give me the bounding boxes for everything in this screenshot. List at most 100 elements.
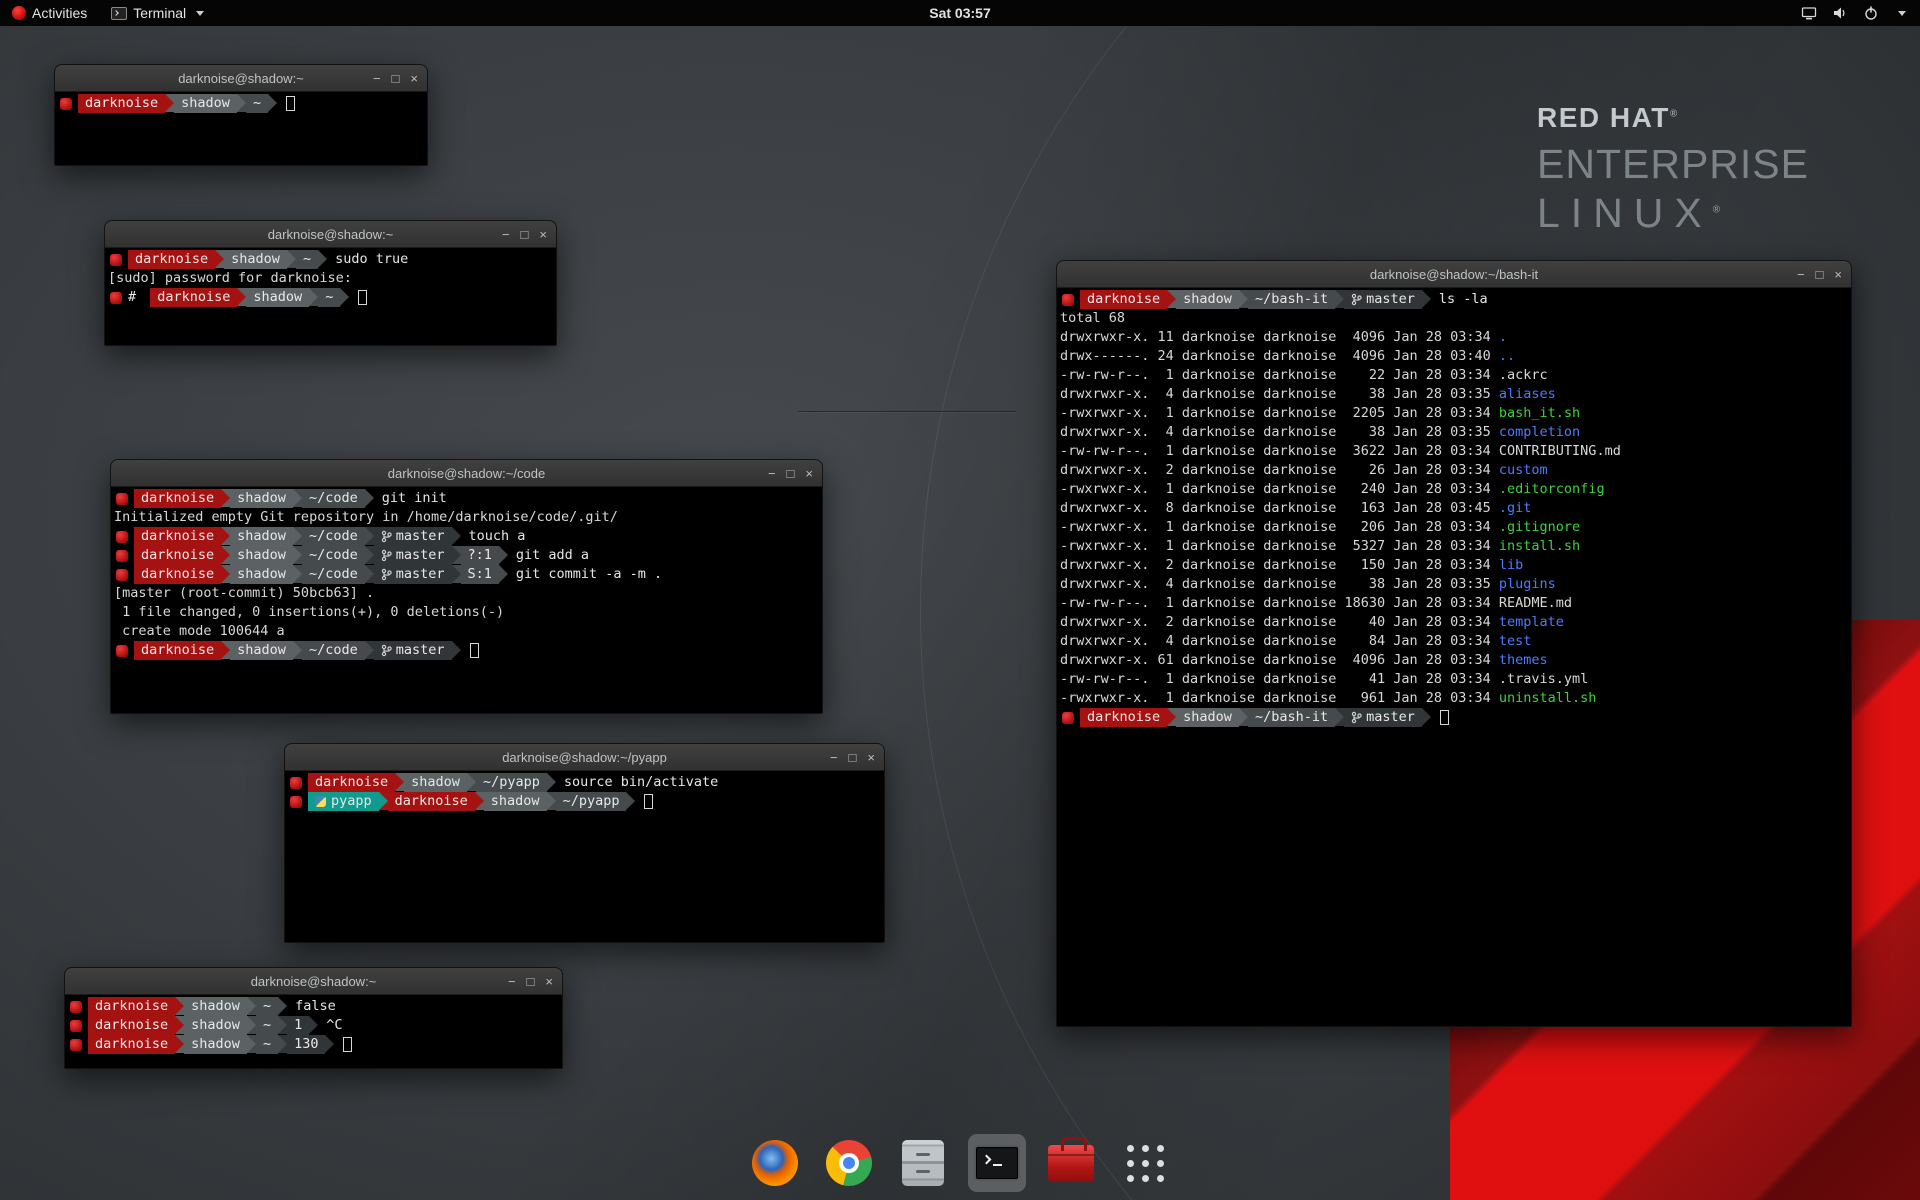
- window-minimize-button[interactable]: −: [768, 467, 776, 480]
- window-titlebar[interactable]: darknoise@shadow:~−□×: [65, 968, 562, 995]
- output-text: drwxrwxr-x. 11 darknoise darknoise 4096 …: [1060, 328, 1499, 347]
- prompt-segment-path: ~/code: [302, 641, 365, 660]
- system-status-area[interactable]: [1801, 5, 1920, 21]
- terminal-output-line: drwxrwxr-x. 2 darknoise darknoise 40 Jan…: [1060, 613, 1851, 632]
- window-maximize-button[interactable]: □: [521, 228, 529, 241]
- terminal-window[interactable]: darknoise@shadow:~/pyapp−□×darknoiseshad…: [284, 743, 885, 943]
- window-close-button[interactable]: ×: [539, 228, 547, 241]
- window-titlebar[interactable]: darknoise@shadow:~−□×: [105, 221, 556, 248]
- terminal-window[interactable]: darknoise@shadow:~−□×darknoiseshadow~sud…: [104, 220, 557, 346]
- segment-separator-icon: [365, 565, 374, 583]
- terminal-output-line: -rwxrwxr-x. 1 darknoise darknoise 5327 J…: [1060, 537, 1851, 556]
- window-minimize-button[interactable]: −: [502, 228, 510, 241]
- redhat-prompt-icon: [1062, 712, 1074, 724]
- terminal-output-line: drwxrwxr-x. 2 darknoise darknoise 26 Jan…: [1060, 461, 1851, 480]
- window-layer: darknoise@shadow:~−□×darknoiseshadow~dar…: [0, 0, 1920, 1200]
- window-close-button[interactable]: ×: [410, 72, 418, 85]
- segment-separator-icon: [365, 489, 374, 507]
- segment-separator-icon: [165, 94, 174, 112]
- terminal-prompt-line: darknoiseshadow~/codegit init: [114, 489, 822, 508]
- window-minimize-button[interactable]: −: [508, 975, 516, 988]
- prompt-segment-path: ~/code: [302, 565, 365, 584]
- prompt-segment-host: shadow: [1176, 708, 1239, 727]
- terminal-prompt-line: darknoiseshadow~/codemastertouch a: [114, 527, 822, 546]
- terminal-body[interactable]: darknoiseshadow~/pyappsource bin/activat…: [285, 771, 884, 942]
- power-icon: [1863, 5, 1879, 21]
- segment-separator-icon: [1239, 290, 1248, 308]
- prompt-segment-path: ~/bash-it: [1248, 290, 1335, 309]
- window-titlebar[interactable]: darknoise@shadow:~/code−□×: [111, 460, 822, 487]
- terminal-prompt-line: darknoiseshadow~/pyappsource bin/activat…: [288, 773, 884, 792]
- output-text: total 68: [1060, 309, 1125, 328]
- window-maximize-button[interactable]: □: [1816, 268, 1824, 281]
- window-maximize-button[interactable]: □: [787, 467, 795, 480]
- window-close-button[interactable]: ×: [867, 751, 875, 764]
- output-text: 1 file changed, 0 insertions(+), 0 delet…: [114, 603, 504, 622]
- window-titlebar[interactable]: darknoise@shadow:~/bash-it−□×: [1057, 261, 1851, 288]
- command-text: source bin/activate: [556, 773, 718, 792]
- output-text: drwxrwxr-x. 61 darknoise darknoise 4096 …: [1060, 651, 1499, 670]
- window-titlebar[interactable]: darknoise@shadow:~/pyapp−□×: [285, 744, 884, 771]
- redhat-prompt-icon: [1062, 294, 1074, 306]
- window-close-button[interactable]: ×: [545, 975, 553, 988]
- window-maximize-button[interactable]: □: [849, 751, 857, 764]
- chrome-icon: [826, 1140, 872, 1186]
- text-cursor: [343, 1037, 352, 1052]
- window-titlebar[interactable]: darknoise@shadow:~−□×: [55, 65, 427, 92]
- segment-separator-icon: [237, 94, 246, 112]
- app-grid-icon: [1127, 1145, 1164, 1182]
- activities-button[interactable]: Activities: [0, 0, 99, 26]
- prompt-segment-user: darknoise: [150, 288, 237, 307]
- segment-separator-icon: [268, 94, 277, 112]
- terminal-body[interactable]: darknoiseshadow~/bash-itmasterls -latota…: [1057, 288, 1851, 1026]
- prompt-segment-host: shadow: [230, 527, 293, 546]
- prompt-segment-host: shadow: [404, 773, 467, 792]
- root-prompt-hash: #: [128, 288, 150, 307]
- window-minimize-button[interactable]: −: [1797, 268, 1805, 281]
- window-maximize-button[interactable]: □: [527, 975, 535, 988]
- chevron-down-icon: [1898, 11, 1906, 16]
- terminal-body[interactable]: darknoiseshadow~sudo true[sudo] password…: [105, 248, 556, 345]
- segment-separator-icon: [379, 792, 388, 810]
- terminal-window[interactable]: darknoise@shadow:~−□×darknoiseshadow~: [54, 64, 428, 166]
- terminal-body[interactable]: darknoiseshadow~/codegit initInitialized…: [111, 487, 822, 713]
- dock-item-firefox[interactable]: [746, 1134, 804, 1192]
- terminal-prompt-line: darknoiseshadow~sudo true: [108, 250, 556, 269]
- prompt-segment-user: darknoise: [134, 641, 221, 660]
- window-minimize-button[interactable]: −: [373, 72, 381, 85]
- window-minimize-button[interactable]: −: [830, 751, 838, 764]
- dock-item-toolbox[interactable]: [1042, 1134, 1100, 1192]
- window-close-button[interactable]: ×: [805, 467, 813, 480]
- python-icon: [315, 796, 326, 807]
- terminal-output-line: -rwxrwxr-x. 1 darknoise darknoise 240 Ja…: [1060, 480, 1851, 499]
- clock[interactable]: Sat 03:57: [929, 5, 990, 21]
- segment-separator-icon: [452, 565, 461, 583]
- output-text: drwxrwxr-x. 2 darknoise darknoise 26 Jan…: [1060, 461, 1499, 480]
- terminal-output-line: drwx------. 24 darknoise darknoise 4096 …: [1060, 347, 1851, 366]
- terminal-window[interactable]: darknoise@shadow:~/bash-it−□×darknoisesh…: [1056, 260, 1852, 1027]
- dock-item-terminal[interactable]: [968, 1134, 1026, 1192]
- output-text: README.md: [1499, 594, 1572, 613]
- prompt-segment-path: ~: [296, 250, 318, 269]
- segment-separator-icon: [221, 489, 230, 507]
- redhat-prompt-icon: [290, 777, 302, 789]
- terminal-window[interactable]: darknoise@shadow:~−□×darknoiseshadow~fal…: [64, 967, 563, 1069]
- app-menu[interactable]: Terminal: [99, 0, 216, 26]
- terminal-prompt-line: darknoiseshadow~false: [68, 997, 562, 1016]
- prompt-segment-user: darknoise: [88, 1035, 175, 1054]
- window-close-button[interactable]: ×: [1834, 268, 1842, 281]
- segment-separator-icon: [547, 773, 556, 791]
- segment-separator-icon: [175, 997, 184, 1015]
- ls-filename: ..: [1499, 347, 1515, 366]
- terminal-window[interactable]: darknoise@shadow:~/code−□×darknoiseshado…: [110, 459, 823, 714]
- output-text: drwxrwxr-x. 4 darknoise darknoise 38 Jan…: [1060, 575, 1499, 594]
- terminal-body[interactable]: darknoiseshadow~: [55, 92, 427, 165]
- dock-item-app-grid[interactable]: [1116, 1134, 1174, 1192]
- ls-filename: .: [1499, 328, 1507, 347]
- terminal-body[interactable]: darknoiseshadow~falsedarknoiseshadow~1^C…: [65, 995, 562, 1068]
- dock-item-chrome[interactable]: [820, 1134, 878, 1192]
- window-maximize-button[interactable]: □: [392, 72, 400, 85]
- dock-item-files[interactable]: [894, 1134, 952, 1192]
- redhat-logo-icon: [12, 6, 26, 20]
- prompt-segment-host: shadow: [184, 1035, 247, 1054]
